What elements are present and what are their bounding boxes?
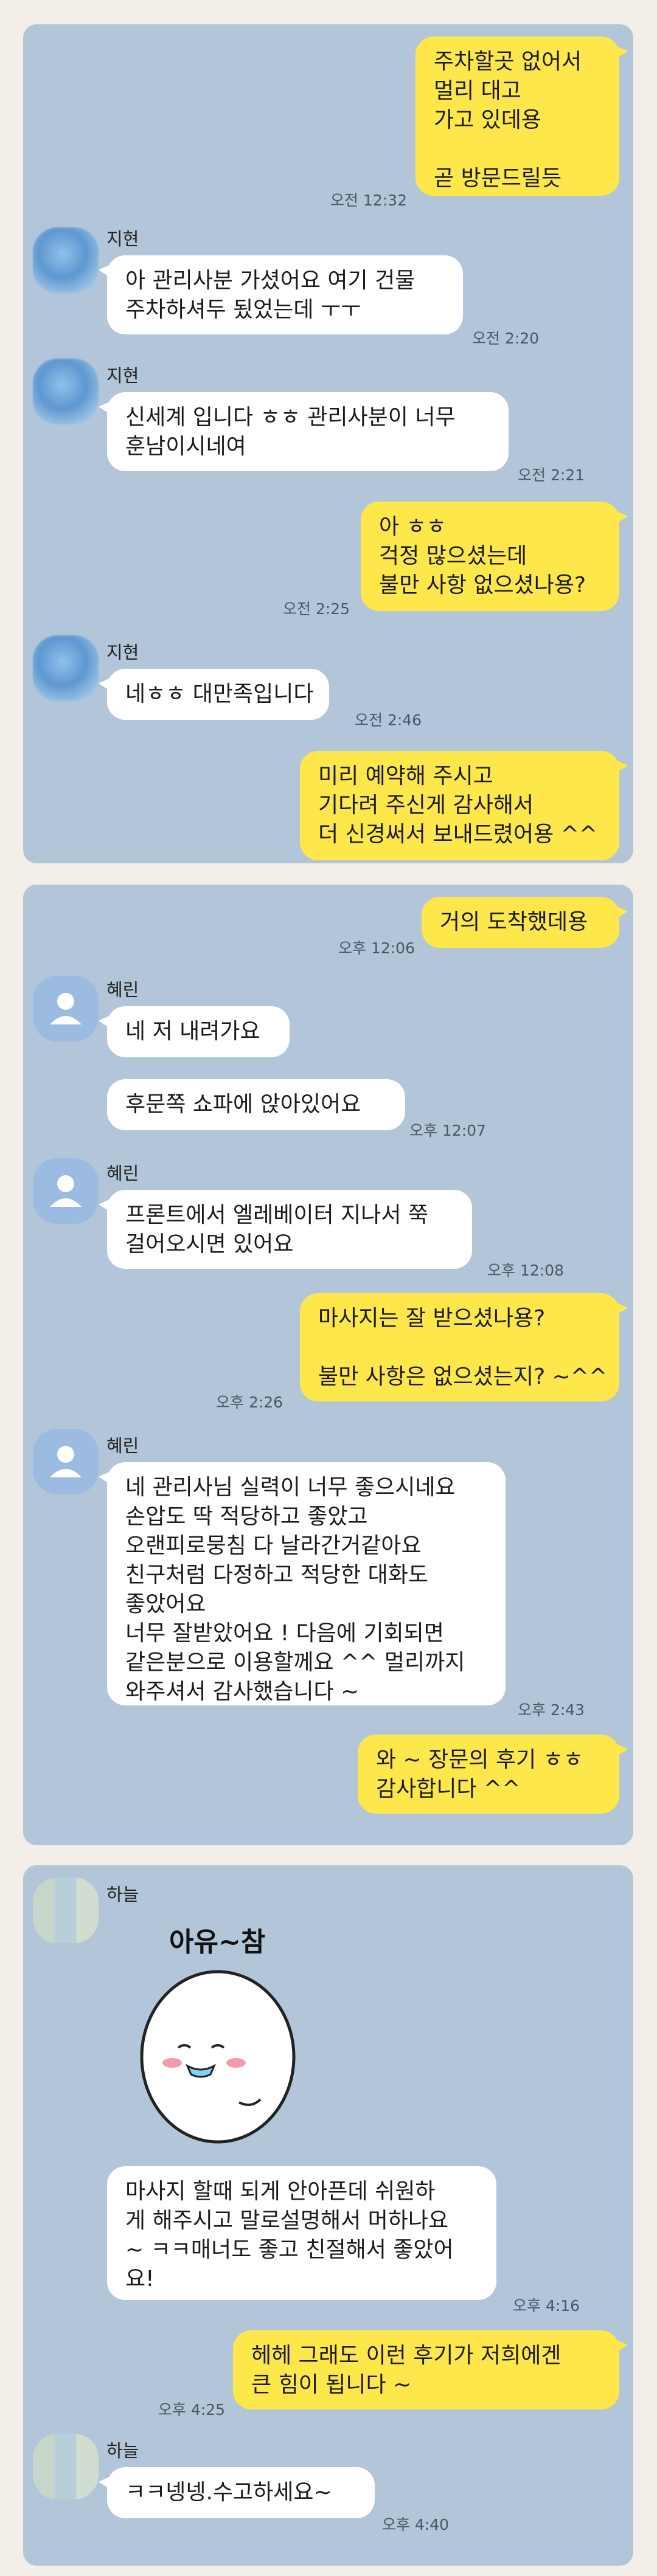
message-bubble[interactable]: 미리 예약해 주시고 기다려 주신게 감사해서 더 신경써서 보내드렸어용 ^^	[300, 751, 628, 860]
message-bubble[interactable]: 신세계 입니다 ㅎㅎ 관리사분이 너무 훈남이시네여	[99, 392, 509, 471]
sticker-caption: 아유~참	[169, 1927, 266, 1958]
sender-name: 혜린	[106, 1435, 139, 1456]
message-bubble[interactable]: 프론트에서 엘레베이터 지나서 쭉 걸어오시면 있어요	[99, 1190, 472, 1269]
message-bubble[interactable]: 주차할곳 없어서 멀리 대고 가고 있데용 곧 방문드릴듯	[415, 36, 628, 196]
emoticon-sticker[interactable]: 아유~참	[120, 1920, 315, 2151]
message-bubble[interactable]: 거의 도착했데용	[422, 897, 628, 948]
message-bubble[interactable]: 아 관리사분 가셨어요 여기 건물 주차하셔두 됬었는데 ㅜㅜ	[99, 255, 463, 334]
message-time: 오후 4:40	[382, 2516, 450, 2533]
message-time: 오전 2:25	[283, 600, 350, 618]
message-time: 오후 12:06	[338, 939, 415, 957]
sender-name: 하늘	[106, 1884, 139, 1905]
avatar[interactable]	[33, 2434, 99, 2499]
message-time: 오후 4:16	[513, 2297, 580, 2315]
message-time: 오전 2:21	[518, 466, 585, 484]
sender-name: 혜린	[106, 979, 139, 1000]
avatar[interactable]	[33, 227, 99, 293]
avatar[interactable]	[33, 1877, 99, 1943]
sender-name: 혜린	[106, 1163, 139, 1184]
message-bubble[interactable]: 네ㅎㅎ 대만족입니다	[99, 669, 329, 720]
message-bubble[interactable]: ㅋㅋ넹넹.수고하세요~	[99, 2467, 375, 2518]
message-bubble[interactable]: 후문쪽 쇼파에 앉아있어요	[107, 1079, 405, 1130]
message-bubble[interactable]: 아 ㅎㅎ 걱정 많으셨는데 불만 사항 없으셨나용?	[361, 502, 628, 611]
message-time: 오전 2:46	[355, 711, 422, 729]
chat-panel-1: 주차할곳 없어서 멀리 대고 가고 있데용 곧 방문드릴듯 오전 12:32 지…	[23, 24, 633, 863]
message-time: 오전 12:32	[330, 192, 407, 209]
message-bubble[interactable]: 네 저 내려가요	[99, 1006, 290, 1057]
message-time: 오전 2:20	[472, 330, 540, 347]
sender-name: 하늘	[106, 2440, 139, 2461]
message-bubble[interactable]: 마사지 할때 되게 안아픈데 쉬원하 게 해주시고 말로설명해서 머하나요 ~ …	[107, 2166, 496, 2300]
avatar[interactable]	[33, 635, 99, 701]
chat-panel-2: 거의 도착했데용 오후 12:06 혜린 네 저 내려가요 후문쪽 쇼파에 앉아…	[23, 885, 633, 1845]
blushing-face-icon	[140, 1970, 296, 2144]
message-bubble[interactable]: 와 ~ 장문의 후기 ㅎㅎ 감사합니다 ^^	[358, 1735, 628, 1814]
person-silhouette-icon	[50, 993, 82, 1024]
person-silhouette-icon	[50, 1446, 82, 1477]
message-bubble[interactable]: 마사지는 잘 받으셨나용? 불만 사항은 없으셨는지? ~^^	[300, 1293, 628, 1401]
sender-name: 지현	[106, 642, 139, 663]
message-bubble[interactable]: 네 관리사님 실력이 너무 좋으시네요 손압도 딱 적당하고 좋았고 오랜피로뭉…	[99, 1462, 506, 1705]
message-bubble[interactable]: 헤헤 그래도 이런 후기가 저희에겐 큰 힘이 됩니다 ~	[233, 2330, 628, 2409]
message-time: 오후 12:07	[409, 1122, 486, 1139]
sender-name: 지현	[106, 229, 139, 249]
message-time: 오후 2:26	[216, 1393, 283, 1411]
avatar[interactable]	[33, 359, 99, 424]
sender-name: 지현	[106, 365, 139, 386]
message-time: 오후 2:43	[518, 1701, 585, 1719]
chat-panel-3: 하늘 아유~참 마사지 할때 되게 안아픈데 쉬원하 게 해주시고 말로설명해서…	[23, 1865, 633, 2566]
avatar[interactable]	[33, 1158, 99, 1224]
avatar[interactable]	[33, 976, 99, 1041]
avatar[interactable]	[33, 1429, 99, 1494]
message-time: 오후 4:25	[158, 2401, 226, 2419]
person-silhouette-icon	[50, 1175, 82, 1207]
message-time: 오후 12:08	[487, 1262, 564, 1279]
